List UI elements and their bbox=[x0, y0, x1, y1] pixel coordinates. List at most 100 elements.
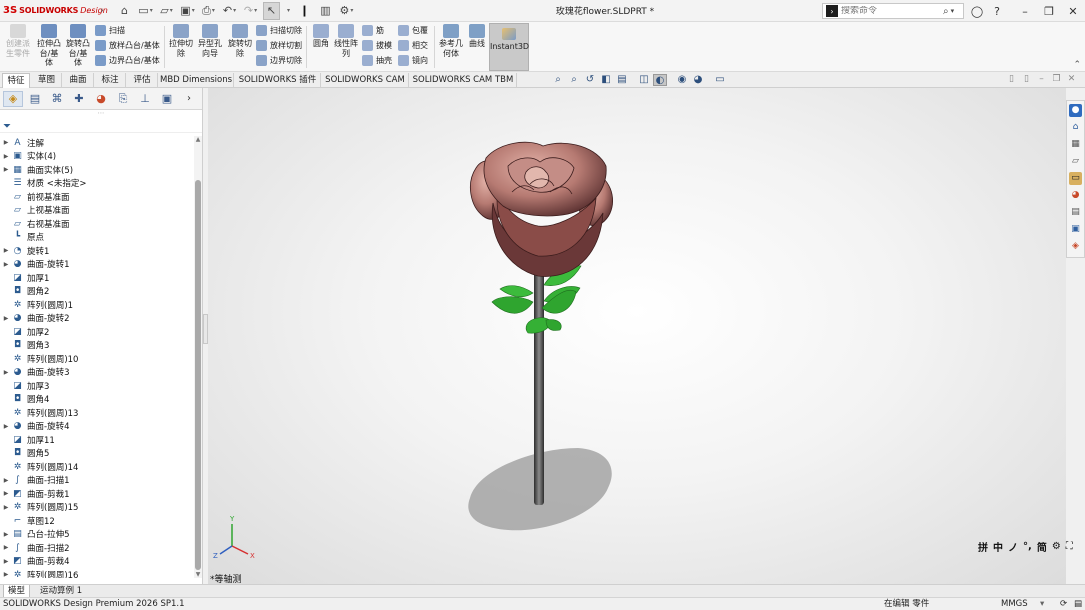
tree-item[interactable]: ✲ 阵列(圆周)1 bbox=[0, 298, 194, 312]
expand-arrow-icon[interactable]: ▶ bbox=[0, 504, 12, 511]
tab-evaluate[interactable]: 评估 bbox=[127, 73, 158, 88]
tree-item[interactable]: ▶ ▦ 曲面实体(5) bbox=[0, 163, 194, 177]
ime-expand-icon[interactable]: ⛶ bbox=[1066, 541, 1073, 552]
view-orientation-icon[interactable]: ◫ bbox=[637, 74, 651, 86]
tree-item[interactable]: ▶ ◩ 曲面-剪裁4 bbox=[0, 555, 194, 569]
mirror-button[interactable]: 镜向 bbox=[398, 55, 428, 66]
intersect-button[interactable]: 相交 bbox=[398, 40, 428, 51]
cam-operation-tree-tab-icon[interactable]: ⊥ bbox=[135, 91, 155, 107]
app-logo[interactable]: 3S SOLIDWORKS Design bbox=[0, 0, 108, 22]
tree-item[interactable]: ☰ 材质 <未指定> bbox=[0, 177, 194, 191]
home-pane-icon[interactable]: ⌂ bbox=[1069, 121, 1082, 134]
tree-item[interactable]: ┗ 原点 bbox=[0, 231, 194, 245]
instant3d-button[interactable]: Instant3D bbox=[489, 23, 529, 71]
appearances-icon[interactable]: ◕ bbox=[1069, 189, 1082, 202]
tree-item[interactable]: ◘ 圆角4 bbox=[0, 393, 194, 407]
options-gear-icon[interactable]: ⚙ ▾ bbox=[338, 2, 355, 20]
edit-appearance-icon[interactable]: ◕ bbox=[691, 74, 705, 86]
tab-sketch[interactable]: 草图 bbox=[32, 73, 62, 88]
expand-arrow-icon[interactable]: ▶ bbox=[0, 247, 12, 254]
undo-icon[interactable]: ↶ ▾ bbox=[221, 2, 238, 20]
expand-arrow-icon[interactable]: ▶ bbox=[0, 423, 12, 430]
expand-arrow-icon[interactable]: ▶ bbox=[0, 166, 12, 173]
tree-item[interactable]: ▶ A 注解 bbox=[0, 136, 194, 150]
tree-item[interactable]: ▶ ◔ 旋转1 bbox=[0, 244, 194, 258]
dimxpert-tab-icon[interactable]: ✚ bbox=[69, 91, 89, 107]
extrude-boss-button[interactable]: 拉伸凸台/基体 bbox=[35, 24, 63, 68]
tree-item[interactable]: ✲ 阵列(圆周)10 bbox=[0, 352, 194, 366]
tab-solidworks-cam[interactable]: SOLIDWORKS CAM bbox=[322, 73, 409, 88]
expand-arrow-icon[interactable]: ▶ bbox=[0, 531, 12, 538]
view-palette-icon[interactable]: ▭ bbox=[1069, 172, 1082, 185]
tree-item[interactable]: ▶ ▤ 凸台-拉伸5 bbox=[0, 528, 194, 542]
apply-scene-icon[interactable]: ▭ bbox=[713, 74, 727, 86]
tree-item[interactable]: ▶ ∫ 曲面-扫描1 bbox=[0, 474, 194, 488]
expand-arrow-icon[interactable]: ▶ bbox=[0, 139, 12, 146]
tree-item[interactable]: ◪ 加厚11 bbox=[0, 433, 194, 447]
reference-geometry-button[interactable]: 参考几何体 bbox=[437, 24, 465, 58]
expand-arrow-icon[interactable]: ▶ bbox=[0, 490, 12, 497]
units-dropdown-icon[interactable]: ▾ bbox=[1040, 598, 1044, 610]
loft-boss-button[interactable]: 放样凸台/基体 bbox=[95, 40, 160, 51]
ime-punctuation-icon[interactable]: °, bbox=[1023, 541, 1032, 552]
scrollbar-thumb[interactable] bbox=[195, 180, 201, 570]
expand-arrow-icon[interactable]: ▶ bbox=[0, 558, 12, 565]
help-icon[interactable]: ? bbox=[987, 5, 1007, 18]
select-pointer-icon[interactable]: ↖ bbox=[263, 1, 280, 20]
search-command-box[interactable]: › ⌕ ▾ bbox=[822, 3, 964, 19]
doc-close-icon[interactable]: ✕ bbox=[1064, 74, 1079, 84]
tree-item[interactable]: ▶ ◕ 曲面-旋转1 bbox=[0, 258, 194, 272]
tree-item[interactable]: ▶ ◕ 曲面-旋转4 bbox=[0, 420, 194, 434]
tile-vertical-icon[interactable]: ▯ bbox=[1019, 74, 1034, 84]
tab-solidworks-addins[interactable]: SOLIDWORKS 插件 bbox=[235, 73, 321, 88]
expand-arrow-icon[interactable]: ▶ bbox=[0, 369, 12, 376]
ime-settings-icon[interactable]: ⚙ bbox=[1052, 541, 1061, 552]
hole-wizard-button[interactable]: 异型孔向导 bbox=[196, 24, 224, 58]
file-explorer-icon[interactable]: ▱ bbox=[1069, 155, 1082, 168]
scroll-up-icon[interactable]: ▲ bbox=[194, 136, 202, 143]
user-account-icon[interactable]: ◯ bbox=[967, 5, 987, 18]
zoom-to-fit-icon[interactable]: ⌕ bbox=[551, 74, 565, 86]
expand-arrow-icon[interactable]: ▶ bbox=[0, 544, 12, 551]
minimize-icon[interactable]: – bbox=[1013, 5, 1037, 18]
print-icon[interactable]: ⎙ ▾ bbox=[200, 2, 217, 20]
display-manager-tab-icon[interactable]: ◕ bbox=[91, 91, 111, 107]
expand-arrow-icon[interactable]: ▶ bbox=[0, 153, 12, 160]
tree-item[interactable]: ▶ ◕ 曲面-旋转2 bbox=[0, 312, 194, 326]
tree-item[interactable]: ▱ 右视基准面 bbox=[0, 217, 194, 231]
file-properties-icon[interactable]: ▥ bbox=[317, 2, 334, 20]
tree-item[interactable]: ◪ 加厚2 bbox=[0, 325, 194, 339]
linear-pattern-button[interactable]: 线性阵列 bbox=[333, 24, 359, 58]
draft-button[interactable]: 拔模 bbox=[362, 40, 392, 51]
tab-surfaces[interactable]: 曲面 bbox=[63, 73, 94, 88]
dynamic-annotation-icon[interactable]: ▤ bbox=[615, 74, 629, 86]
doc-restore-icon[interactable]: ❐ bbox=[1049, 74, 1064, 84]
pointer-dropdown-icon[interactable]: ▾ bbox=[284, 2, 292, 20]
panel-tabs-more-icon[interactable]: › bbox=[187, 93, 191, 104]
cam-icon[interactable]: ◈ bbox=[1069, 240, 1082, 253]
ime-chinese-icon[interactable]: 中 bbox=[993, 539, 1003, 554]
design-library-icon[interactable]: ▦ bbox=[1069, 138, 1082, 151]
tree-item[interactable]: ◘ 圆角3 bbox=[0, 339, 194, 353]
tab-annotation[interactable]: 标注 bbox=[95, 73, 126, 88]
tree-item[interactable]: ▶ ✲ 阵列(圆周)15 bbox=[0, 501, 194, 515]
expand-arrow-icon[interactable]: ▶ bbox=[0, 477, 12, 484]
previous-view-icon[interactable]: ↺ bbox=[583, 74, 597, 86]
tree-scrollbar[interactable]: ▲ ▼ bbox=[194, 136, 202, 578]
fillet-button[interactable]: 圆角 bbox=[309, 24, 333, 49]
custom-properties-icon[interactable]: ▤ bbox=[1069, 206, 1082, 219]
status-units[interactable]: MMGS bbox=[1001, 598, 1028, 610]
collapse-ribbon-icon[interactable]: ⌃ bbox=[1073, 60, 1081, 70]
sweep-button[interactable]: 扫描 bbox=[95, 25, 125, 36]
tree-item[interactable]: ◘ 圆角5 bbox=[0, 447, 194, 461]
menu-expand-arrow-icon[interactable]: › bbox=[96, 6, 108, 16]
boundary-boss-button[interactable]: 边界凸台/基体 bbox=[95, 55, 160, 66]
swept-cut-button[interactable]: 扫描切除 bbox=[256, 25, 302, 36]
tree-item[interactable]: ▱ 前视基准面 bbox=[0, 190, 194, 204]
expand-arrow-icon[interactable]: ▶ bbox=[0, 315, 12, 322]
property-manager-tab-icon[interactable]: ▤ bbox=[25, 91, 45, 107]
tab-mbd-dimensions[interactable]: MBD Dimensions bbox=[159, 73, 234, 88]
open-folder-icon[interactable]: ▱ ▾ bbox=[158, 2, 175, 20]
traffic-light-icon[interactable]: ❙ bbox=[296, 2, 313, 20]
tree-item[interactable]: ◪ 加厚1 bbox=[0, 271, 194, 285]
